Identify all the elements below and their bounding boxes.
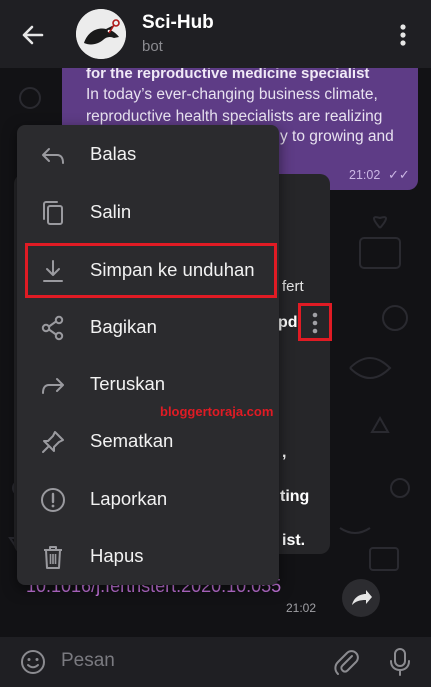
message-text-fragment: ,	[282, 444, 287, 461]
menu-item-reply[interactable]: Balas	[17, 127, 279, 183]
report-icon	[41, 488, 65, 512]
message-text-fragment: fert	[282, 278, 304, 295]
attach-icon[interactable]	[332, 647, 360, 677]
file-more-icon[interactable]	[307, 310, 323, 336]
back-arrow-icon[interactable]	[18, 20, 48, 50]
menu-item-label: Sematkan	[90, 430, 174, 451]
read-check-icon: ✓✓	[388, 167, 410, 182]
emoji-icon[interactable]	[18, 647, 48, 677]
sci-hub-raven-icon	[76, 9, 126, 59]
message-time: 21:02	[349, 168, 381, 182]
message-text-fragment: ting	[280, 488, 310, 505]
chat-subtitle: bot	[142, 38, 163, 55]
menu-item-label: Bagikan	[90, 316, 157, 337]
forward-message-button[interactable]	[342, 579, 380, 617]
menu-item-label: Teruskan	[90, 373, 166, 394]
menu-item-delete[interactable]: Hapus	[17, 529, 279, 585]
microphone-icon[interactable]	[387, 646, 413, 678]
forward-arrow-icon	[352, 590, 372, 605]
menu-item-label: Salin	[90, 201, 132, 222]
save-option-highlight	[25, 243, 277, 298]
menu-item-pin[interactable]: Sematkan	[17, 414, 279, 470]
message-text-line: reproductive health specialists are real…	[86, 108, 383, 125]
menu-item-report[interactable]: Laporkan	[17, 472, 279, 528]
share-icon	[41, 315, 64, 341]
avatar[interactable]	[76, 9, 126, 59]
forward-icon	[42, 378, 64, 394]
message-text-line: In today’s ever-changing business climat…	[86, 86, 378, 103]
reply-icon	[42, 148, 64, 164]
menu-item-label: Balas	[90, 143, 137, 164]
pin-icon	[42, 431, 64, 453]
message-input[interactable]: Pesan	[61, 650, 115, 672]
watermark-text: bloggertoraja.com	[160, 404, 274, 419]
message-text-line: y to growing and	[280, 128, 394, 145]
chat-title[interactable]: Sci-Hub	[142, 12, 214, 34]
more-vertical-icon[interactable]	[392, 20, 414, 50]
chat-header: Sci-Hub bot	[0, 0, 431, 68]
menu-item-label: Hapus	[90, 545, 144, 566]
message-input-bar: Pesan	[0, 637, 431, 687]
message-text-fragment: ist.	[282, 532, 306, 549]
menu-item-label: Laporkan	[90, 488, 168, 509]
copy-icon	[43, 201, 63, 225]
message-time: 21:02	[286, 601, 317, 615]
menu-item-copy[interactable]: Salin	[17, 185, 279, 241]
menu-item-share[interactable]: Bagikan	[17, 300, 279, 356]
message-context-menu: Balas Salin Simpan ke unduhan Bagikan Te…	[17, 125, 279, 585]
message-text-fragment: pd	[278, 314, 298, 331]
delete-icon	[44, 546, 62, 569]
